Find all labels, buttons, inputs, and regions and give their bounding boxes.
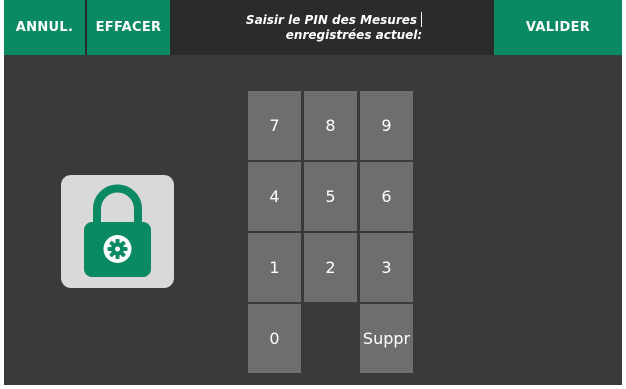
key-0[interactable]: 0	[248, 304, 301, 373]
lock-gear-icon	[84, 184, 151, 277]
pin-prompt: Saisir le PIN des Mesures enregistrées a…	[204, 12, 464, 43]
key-9[interactable]: 9	[360, 91, 413, 160]
key-2[interactable]: 2	[304, 233, 357, 302]
key-3[interactable]: 3	[360, 233, 413, 302]
key-7[interactable]: 7	[248, 91, 301, 160]
prompt-line-2: enregistrées actuel:	[285, 28, 423, 42]
key-1[interactable]: 1	[248, 233, 301, 302]
lock-panel	[61, 175, 174, 288]
key-4[interactable]: 4	[248, 162, 301, 231]
cancel-button[interactable]: ANNUL.	[4, 0, 85, 55]
prompt-line-1: Saisir le PIN des Mesures	[245, 13, 418, 27]
key-8[interactable]: 8	[304, 91, 357, 160]
text-cursor	[421, 12, 423, 27]
delete-key[interactable]: Suppr	[360, 304, 413, 373]
pin-entry-screen: ANNUL. EFFACER Saisir le PIN des Mesures…	[0, 0, 626, 389]
clear-button[interactable]: EFFACER	[87, 0, 170, 55]
key-5[interactable]: 5	[304, 162, 357, 231]
validate-button[interactable]: VALIDER	[494, 0, 622, 55]
key-6[interactable]: 6	[360, 162, 413, 231]
